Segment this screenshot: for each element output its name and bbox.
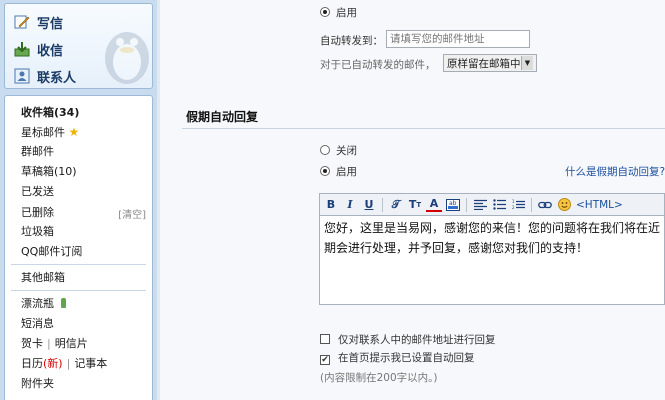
compose-icon [13, 13, 31, 31]
forwarded-handling-value: 原样留在邮箱中 [447, 57, 521, 70]
italic-button[interactable]: I [342, 197, 358, 213]
forward-enable-radio[interactable] [320, 7, 330, 17]
font-family-icon[interactable]: 𝒯 [388, 197, 404, 213]
bold-button[interactable]: B [323, 197, 339, 213]
divider [11, 264, 146, 265]
align-icon[interactable] [472, 197, 488, 213]
forward-enable-label: 启用 [336, 7, 357, 19]
auto-reply-editor[interactable]: 您好，这里是当易网，感谢您的来信！您的问题将在我们将在近期会进行处理，并予回复，… [319, 215, 665, 305]
html-mode-toggle[interactable]: <HTML> [575, 197, 624, 213]
compose-label: 写信 [37, 16, 64, 32]
tool-cards: 贺卡 | 明信片 [21, 337, 88, 350]
sidebar: 写信 收信 联系人 收件箱(34) 星标邮件 ★ 群邮件 草稿箱(10) 已发送… [0, 0, 157, 400]
compose-button[interactable]: 写信 [13, 11, 63, 33]
contacts-button[interactable]: 联系人 [13, 65, 76, 87]
homepage-notice-label: 在首页提示我已设置自动回复 [338, 352, 475, 364]
contacts-only-checkbox[interactable] [320, 334, 330, 344]
contacts-label: 联系人 [37, 70, 77, 86]
tool-attachments[interactable]: 附件夹 [21, 377, 54, 391]
tool-calendar[interactable]: 日历 [21, 357, 43, 370]
auto-reply-off-radio[interactable] [320, 145, 330, 155]
underline-button[interactable]: U [361, 197, 377, 213]
tool-greeting-card[interactable]: 贺卡 [21, 337, 43, 350]
forwarded-handling-select[interactable]: 原样留在邮箱中 ▼ [443, 54, 537, 72]
forwarded-handling-label: 对于已自动转发的邮件， [320, 59, 436, 71]
receive-label: 收信 [37, 43, 64, 59]
other-mailboxes[interactable]: 其他邮箱 [21, 271, 65, 285]
emoticon-icon[interactable] [556, 197, 572, 213]
settings-main: 启用 自动转发到： 对于已自动转发的邮件， 原样留在邮箱中 ▼ 假期自动回复 关… [160, 0, 665, 400]
forward-address-input[interactable] [386, 30, 530, 48]
link-icon[interactable] [537, 197, 553, 213]
star-icon: ★ [68, 125, 80, 139]
bottle-icon [60, 298, 66, 308]
homepage-notice-checkbox[interactable]: ✔ [320, 355, 330, 365]
editor-toolbar: B I U 𝒯 TT A ab 12 <HTML> [319, 193, 665, 215]
svg-text:ab: ab [449, 200, 457, 207]
forward-enable-option[interactable]: 启用 [320, 5, 357, 20]
receive-icon [13, 40, 31, 58]
tool-notepad[interactable]: 记事本 [74, 357, 107, 370]
auto-reply-on-option[interactable]: 启用 [320, 164, 357, 179]
quick-actions-panel: 写信 收信 联系人 [4, 3, 153, 89]
highlight-icon[interactable]: ab [445, 197, 461, 213]
section-title-auto-reply: 假期自动回复 [186, 110, 259, 124]
tool-postcard[interactable]: 明信片 [55, 337, 88, 350]
contacts-only-label: 仅对联系人中的邮件地址进行回复 [338, 334, 496, 346]
content-limit-note: (内容限制在200字以内。) [320, 372, 438, 384]
clear-deleted-button[interactable]: [清空] [118, 206, 146, 221]
bulleted-list-icon[interactable] [491, 197, 507, 213]
tool-calendar-row: 日历(新) | 记事本 [21, 357, 108, 370]
dropdown-arrow-icon: ▼ [521, 56, 533, 70]
auto-reply-on-label: 启用 [336, 166, 357, 178]
contacts-only-option[interactable]: 仅对联系人中的邮件地址进行回复 [320, 332, 496, 347]
auto-reply-off-option[interactable]: 关闭 [320, 143, 357, 158]
folder-qq-subscription[interactable]: QQ邮件订阅 [21, 245, 82, 259]
svg-text:2: 2 [512, 205, 515, 210]
folder-spam[interactable]: 垃圾箱 [21, 225, 54, 239]
folder-panel: 收件箱(34) 星标邮件 ★ 群邮件 草稿箱(10) 已发送 已删除 [清空] … [4, 95, 153, 400]
tool-sms[interactable]: 短消息 [21, 317, 54, 331]
numbered-list-icon[interactable]: 12 [510, 197, 526, 213]
new-badge: (新) [43, 357, 63, 370]
auto-reply-off-label: 关闭 [336, 145, 357, 157]
folder-group[interactable]: 群邮件 [21, 145, 54, 159]
font-size-icon[interactable]: TT [407, 197, 423, 213]
folder-sent[interactable]: 已发送 [21, 185, 54, 199]
folder-drafts[interactable]: 草稿箱(10) [21, 165, 77, 179]
divider [11, 290, 146, 291]
folder-deleted[interactable]: 已删除 [21, 206, 54, 220]
section-divider [182, 128, 665, 129]
receive-button[interactable]: 收信 [13, 38, 63, 60]
qq-penguin-icon [105, 32, 149, 84]
auto-reply-help-link[interactable]: 什么是假期自动回复? [565, 164, 665, 179]
text-color-icon[interactable]: A [426, 197, 442, 212]
homepage-notice-option[interactable]: ✔ 在首页提示我已设置自动回复 [320, 350, 475, 365]
auto-reply-on-radio[interactable] [320, 166, 330, 176]
forward-to-label: 自动转发到： [320, 35, 383, 47]
contacts-icon [13, 67, 31, 85]
folder-starred-label: 星标邮件 [21, 126, 65, 139]
tool-drift-bottle[interactable]: 漂流瓶 [21, 297, 66, 311]
folder-inbox[interactable]: 收件箱(34) [21, 106, 79, 120]
folder-starred[interactable]: 星标邮件 ★ [21, 125, 79, 140]
svg-text:1: 1 [512, 199, 515, 204]
drift-bottle-label: 漂流瓶 [21, 297, 54, 310]
